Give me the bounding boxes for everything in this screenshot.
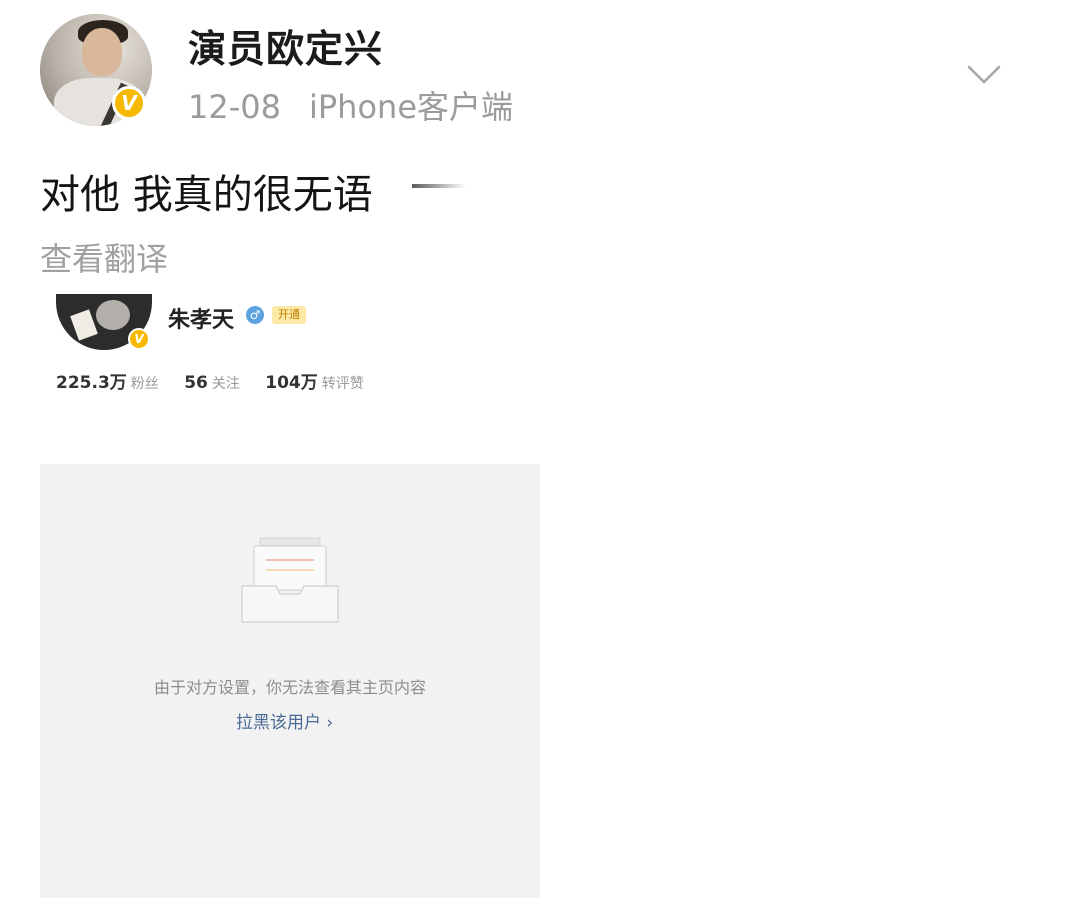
- text-fade-decoration: [412, 184, 466, 188]
- chevron-down-icon[interactable]: [966, 56, 1002, 92]
- stat-value: 56: [184, 373, 208, 393]
- profile-stats: 225.3万 粉丝 56 关注 104万 转评赞: [56, 368, 384, 393]
- embed-username: 朱孝天: [168, 308, 235, 333]
- vip-badge: 开通: [272, 306, 306, 324]
- translate-link[interactable]: 查看翻译: [40, 234, 168, 280]
- author-name[interactable]: 演员欧定兴: [188, 18, 383, 73]
- post-date: 12-08: [188, 88, 281, 126]
- stat-following: 56 关注: [184, 373, 240, 393]
- embedded-screenshot[interactable]: V 朱孝天 ♂ 开通 225.3万 粉丝 56 关注 104万 转评赞 由于对方设置，…: [40, 294, 540, 898]
- empty-box-icon: [241, 537, 339, 623]
- stat-value: 225.3万: [56, 373, 127, 393]
- stat-value: 104万: [265, 373, 318, 393]
- gender-icon: ♂: [246, 306, 264, 324]
- blocked-message: 由于对方设置，你无法查看其主页内容: [153, 678, 426, 697]
- post-meta: 12-08 iPhone客户端: [188, 82, 513, 128]
- stat-interactions: 104万 转评赞: [265, 368, 364, 393]
- stat-label: 关注: [211, 376, 240, 392]
- post-source: iPhone客户端: [308, 88, 514, 126]
- post-text: 对他 我真的很无语: [40, 172, 373, 218]
- verified-badge-icon: V: [112, 86, 146, 120]
- stat-followers: 225.3万 粉丝: [56, 368, 159, 393]
- embed-verified-badge-icon: V: [128, 328, 150, 350]
- stat-label: 粉丝: [130, 376, 159, 392]
- stat-label: 转评赞: [321, 376, 364, 392]
- block-user-link[interactable]: 拉黑该用户 ›: [236, 708, 333, 733]
